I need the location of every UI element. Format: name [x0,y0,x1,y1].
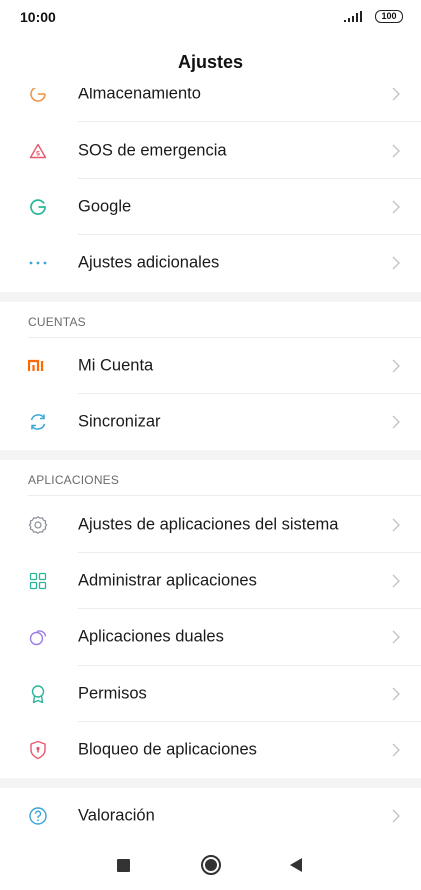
settings-item-system-apps[interactable]: Ajustes de aplicaciones del sistema [0,496,421,553]
settings-item-sync[interactable]: Sincronizar [0,394,421,450]
apps-grid-icon [27,570,49,592]
chevron-right-icon [392,809,400,823]
section-title: APLICACIONES [28,473,120,488]
settings-item-label: Almacenamiento [78,88,201,103]
settings-item-dual-apps[interactable]: Aplicaciones duales [0,609,421,666]
status-bar: 10:00 100 [0,0,421,36]
settings-item-label: Bloqueo de aplicaciones [78,740,257,759]
navigation-bar [0,840,421,890]
mi-icon [27,355,49,377]
dual-apps-icon [27,626,49,648]
section-gap [0,291,421,302]
settings-item-additional[interactable]: Ajustes adicionales [0,235,421,291]
recents-button[interactable] [117,859,130,872]
settings-item-storage[interactable]: Almacenamiento [0,88,421,123]
permissions-icon [27,683,49,705]
settings-item-label: Valoración [78,806,155,825]
signal-icon [344,11,362,22]
help-icon [27,805,49,827]
settings-item-label: Administrar aplicaciones [78,571,257,590]
settings-item-mi-account[interactable]: Mi Cuenta [0,338,421,394]
google-icon [27,196,49,218]
chevron-right-icon [392,630,400,644]
chevron-right-icon [392,88,400,101]
chevron-right-icon [392,518,400,532]
settings-item-sos[interactable]: S SOS de emergencia [0,122,421,179]
chevron-right-icon [392,743,400,757]
settings-item-feedback[interactable]: Valoración [0,788,421,840]
settings-item-label: Sincronizar [78,412,161,431]
settings-item-label: Permisos [78,684,147,703]
settings-item-google[interactable]: Google [0,179,421,236]
page-title: Ajustes [177,52,244,72]
svg-text:S: S [36,150,40,157]
home-button[interactable] [201,855,221,875]
app-header: Ajustes [0,36,421,88]
settings-item-label: Aplicaciones duales [78,627,224,646]
app-lock-icon [27,739,49,761]
chevron-right-icon [392,687,400,701]
section-gap [0,778,421,789]
storage-icon [27,88,49,105]
battery-icon: 100 [375,10,403,23]
section-header-aplicaciones: APLICACIONES [0,460,421,497]
chevron-right-icon [392,359,400,373]
more-icon [27,252,49,274]
settings-list[interactable]: Almacenamiento S SOS de emergencia Googl… [0,88,421,840]
chevron-right-icon [392,256,400,270]
settings-item-label: Google [78,197,132,216]
settings-scroller: Almacenamiento S SOS de emergencia Googl… [0,88,421,840]
settings-item-app-lock[interactable]: Bloqueo de aplicaciones [0,722,421,778]
gear-icon [27,514,49,536]
sos-icon: S [27,140,49,162]
chevron-right-icon [392,200,400,214]
chevron-right-icon [392,144,400,158]
settings-item-label: Ajustes de aplicaciones del sistema [78,515,339,534]
battery-level: 100 [381,11,397,21]
section-gap [0,450,421,461]
chevron-right-icon [392,574,400,588]
settings-item-permissions[interactable]: Permisos [0,666,421,722]
chevron-right-icon [392,415,400,429]
settings-item-label: Ajustes adicionales [78,253,220,272]
settings-item-label: SOS de emergencia [78,141,227,160]
sync-icon [27,411,49,433]
section-title: CUENTAS [28,314,86,329]
status-time: 10:00 [20,9,56,25]
settings-item-label: Mi Cuenta [78,356,154,375]
settings-item-manage-apps[interactable]: Administrar aplicaciones [0,553,421,610]
back-button[interactable] [290,858,302,872]
section-header-cuentas: CUENTAS [0,302,421,338]
